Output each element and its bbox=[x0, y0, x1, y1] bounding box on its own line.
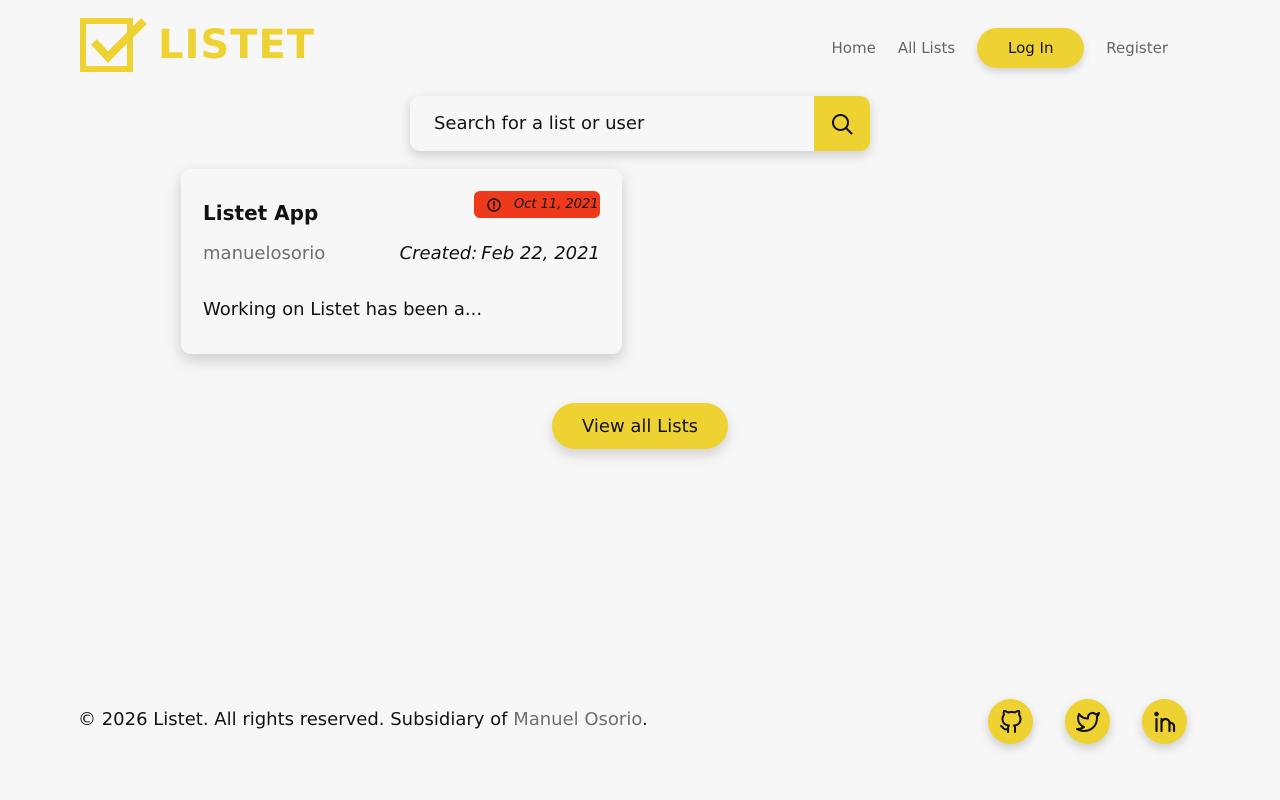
search-bar bbox=[410, 96, 870, 151]
github-icon bbox=[999, 709, 1021, 733]
nav-register-link[interactable]: Register bbox=[1106, 39, 1168, 57]
owner-link[interactable]: Manuel Osorio bbox=[513, 709, 642, 730]
linkedin-icon bbox=[1153, 711, 1175, 732]
due-date-badge: Oct 11, 2021 bbox=[474, 191, 600, 218]
created-label: Created: bbox=[399, 243, 478, 264]
nav-all-lists-link[interactable]: All Lists bbox=[898, 39, 955, 57]
alert-circle-icon bbox=[487, 197, 501, 212]
copyright-text: © 2026 Listet. All rights reserved. Subs… bbox=[78, 709, 514, 730]
main-nav: Home All Lists Log In Register bbox=[810, 28, 1168, 68]
login-button[interactable]: Log In bbox=[977, 28, 1085, 68]
list-created: Created: Feb 22, 2021 bbox=[400, 243, 600, 264]
nav-home-link[interactable]: Home bbox=[832, 39, 876, 57]
copyright-period: . bbox=[642, 709, 648, 730]
linkedin-link[interactable] bbox=[1142, 699, 1187, 744]
search-input[interactable] bbox=[410, 96, 814, 151]
brand-name: LISTET bbox=[158, 22, 316, 68]
footer-copyright: © 2026 Listet. All rights reserved. Subs… bbox=[78, 709, 648, 730]
view-all-lists-button[interactable]: View all Lists bbox=[552, 403, 728, 449]
list-author: manuelosorio bbox=[203, 243, 326, 264]
list-card[interactable]: Listet App Oct 11, 2021 manuelosorio Cre… bbox=[181, 169, 622, 354]
created-date: Feb 22, 2021 bbox=[481, 243, 600, 264]
list-description: Working on Listet has been a... bbox=[203, 299, 483, 320]
due-date: Oct 11, 2021 bbox=[514, 197, 599, 212]
search-icon bbox=[832, 113, 853, 134]
list-title: Listet App bbox=[203, 201, 319, 225]
twitter-icon bbox=[1075, 711, 1100, 732]
search-button[interactable] bbox=[814, 96, 870, 151]
site-header: LISTET Home All Lists Log In Register bbox=[0, 0, 1280, 90]
github-link[interactable] bbox=[988, 699, 1033, 744]
logo-link[interactable]: LISTET bbox=[80, 18, 315, 72]
checkbox-logo-icon bbox=[80, 18, 147, 72]
twitter-link[interactable] bbox=[1065, 699, 1110, 744]
